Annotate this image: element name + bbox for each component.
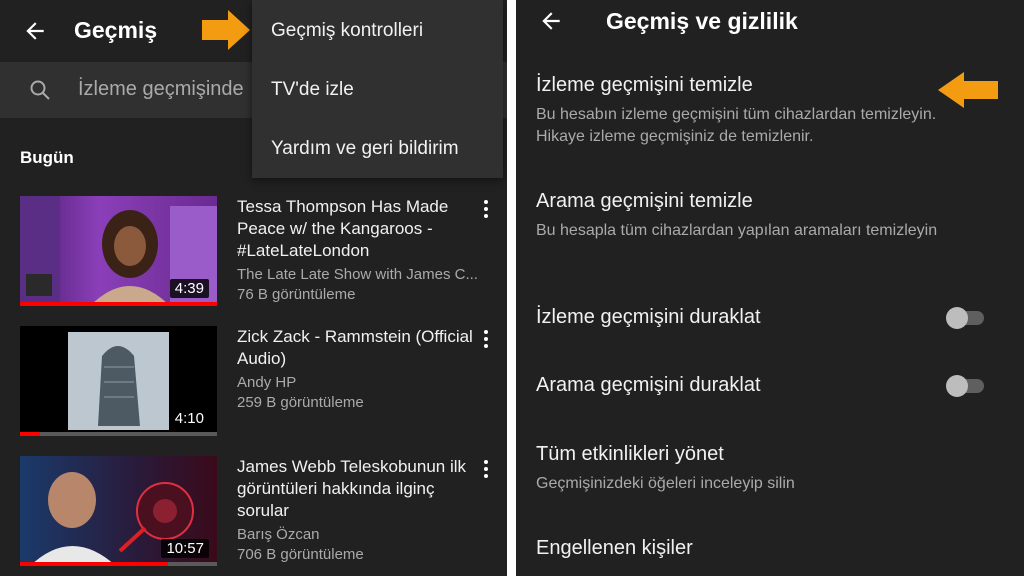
orange-pointer-arrow-icon	[938, 72, 998, 108]
watch-progress-bar	[20, 432, 217, 436]
menu-item-history-controls[interactable]: Geçmiş kontrolleri	[252, 2, 503, 60]
menu-item-label: Geçmiş kontrolleri	[271, 20, 424, 41]
orange-pointer-arrow-icon	[202, 10, 250, 50]
video-duration: 4:39	[169, 279, 209, 298]
video-channel: Barış Özcan	[237, 526, 320, 543]
video-thumbnail[interactable]: 10:57	[20, 456, 217, 566]
video-channel: The Late Late Show with James C...	[237, 266, 478, 283]
video-views: 76 B görüntüleme	[237, 286, 356, 303]
privacy-top-bar: Geçmiş ve gizlilik	[516, 0, 1024, 62]
setting-description: Geçmişinizdeki öğeleri inceleyip silin	[536, 475, 795, 492]
video-title[interactable]: James Webb Teleskobunun ilk görüntüleri …	[237, 456, 475, 522]
video-title[interactable]: Tessa Thompson Has Made Peace w/ the Kan…	[237, 196, 475, 262]
menu-item-help-feedback[interactable]: Yardım ve geri bildirim	[252, 120, 503, 178]
back-arrow-icon[interactable]	[22, 18, 48, 44]
more-options-icon[interactable]	[478, 458, 494, 480]
video-item[interactable]: 4:10 Zick Zack - Rammstein (Official Aud…	[0, 326, 507, 444]
back-arrow-icon[interactable]	[538, 8, 564, 34]
overflow-menu: Geçmiş kontrolleri TV'de izle Yardım ve …	[252, 0, 503, 178]
watch-progress-bar	[20, 562, 217, 566]
video-views: 706 B görüntüleme	[237, 546, 364, 563]
setting-title: Tüm etkinlikleri yönet	[536, 443, 724, 465]
video-item[interactable]: 4:39 Tessa Thompson Has Made Peace w/ th…	[0, 196, 507, 314]
video-channel: Andy HP	[237, 374, 297, 391]
setting-title: İzleme geçmişini temizle	[536, 74, 753, 96]
menu-item-label: TV'de izle	[271, 79, 354, 100]
more-options-icon[interactable]	[478, 198, 494, 220]
section-heading-today: Bugün	[20, 148, 74, 167]
search-icon	[28, 78, 52, 102]
video-title[interactable]: Zick Zack - Rammstein (Official Audio)	[237, 326, 475, 370]
page-title: Geçmiş ve gizlilik	[606, 8, 798, 34]
setting-title: İzleme geçmişini duraklat	[536, 306, 761, 328]
menu-item-watch-on-tv[interactable]: TV'de izle	[252, 61, 503, 119]
video-duration: 4:10	[169, 409, 209, 428]
video-views: 259 B görüntüleme	[237, 394, 364, 411]
setting-title: Arama geçmişini duraklat	[536, 374, 761, 396]
setting-title: Engellenen kişiler	[536, 537, 693, 559]
search-input[interactable]: İzleme geçmişinde	[78, 78, 244, 101]
pause-watch-history-toggle[interactable]	[946, 306, 986, 329]
setting-description: Bu hesapla tüm cihazlardan yapılan arama…	[536, 222, 938, 239]
privacy-panel: Geçmiş ve gizlilik İzleme geçmişini temi…	[516, 0, 1024, 576]
setting-description: Bu hesabın izleme geçmişini tüm cihazlar…	[536, 106, 937, 145]
page-title: Geçmiş	[74, 17, 158, 43]
setting-title: Arama geçmişini temizle	[536, 190, 753, 212]
video-item[interactable]: 10:57 James Webb Teleskobunun ilk görünt…	[0, 456, 507, 574]
more-options-icon[interactable]	[478, 328, 494, 350]
menu-item-label: Yardım ve geri bildirim	[271, 138, 459, 159]
history-panel: Geçmiş İzleme geçmişinde Bugün 4:39 Tess…	[0, 0, 507, 576]
pause-search-history-toggle[interactable]	[946, 374, 986, 397]
watch-progress-bar	[20, 302, 217, 306]
video-thumbnail[interactable]: 4:10	[20, 326, 217, 436]
video-duration: 10:57	[161, 539, 209, 558]
video-thumbnail[interactable]: 4:39	[20, 196, 217, 306]
